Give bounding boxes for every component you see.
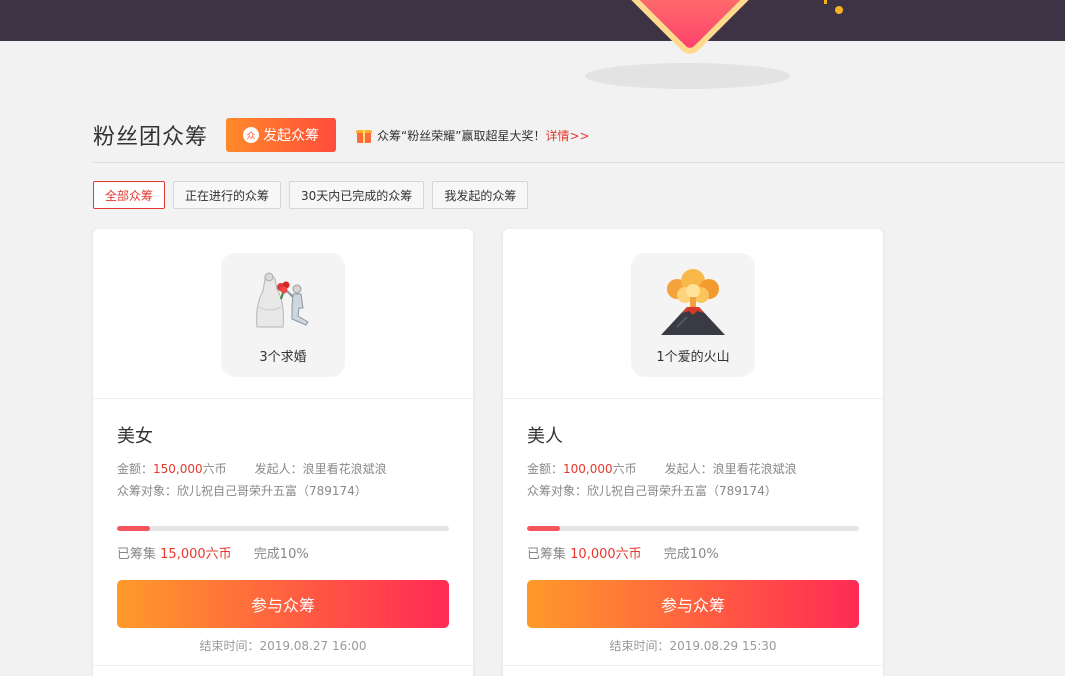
end-time: 结束时间：2019.08.29 15:30 bbox=[609, 639, 777, 653]
initiator-name[interactable]: 浪里看花浪斌浪 bbox=[303, 462, 387, 476]
end-time: 结束时间：2019.08.27 16:00 bbox=[199, 639, 367, 653]
amount-label: 金额： bbox=[527, 462, 564, 476]
initiator-label: 发起人： bbox=[664, 462, 713, 476]
gift-label: 3个求婚 bbox=[259, 350, 307, 365]
target-label: 众筹对象： bbox=[117, 484, 178, 498]
gift-preview: 1个爱的火山 bbox=[631, 253, 755, 377]
crowdfunding-card: 3个求婚 美女 金额：150,000六币 发起人：浪里看花浪斌浪 众筹对象：欣儿祝… bbox=[93, 229, 473, 676]
target-name: 欣儿祝自己哥荣升五富（789174） bbox=[177, 484, 367, 498]
promo-text: 众筹“粉丝荣耀”赢取超星大奖！ bbox=[377, 128, 546, 143]
raised-amount: 15,000六币 bbox=[160, 547, 232, 562]
amount-value: 100,000 bbox=[563, 462, 613, 476]
volcano-icon bbox=[661, 269, 725, 335]
gift-icon bbox=[356, 128, 373, 143]
raised-label: 已筹集 bbox=[117, 547, 157, 562]
filter-mine[interactable]: 我发起的众筹 bbox=[432, 181, 529, 209]
heart-badge-icon: 众 bbox=[243, 127, 260, 143]
proposal-icon bbox=[256, 272, 309, 328]
progress-fill bbox=[117, 526, 151, 531]
card-divider bbox=[93, 665, 473, 666]
divider bbox=[93, 162, 1065, 163]
promo-notice: 众筹“粉丝荣耀”赢取超星大奖！ 详情>> bbox=[356, 127, 590, 144]
filter-all[interactable]: 全部众筹 bbox=[93, 181, 166, 209]
progress-bar bbox=[527, 526, 859, 531]
amount-unit: 六币 bbox=[202, 462, 227, 476]
amount-label: 金额： bbox=[117, 462, 154, 476]
top-banner-bar bbox=[0, 0, 1065, 41]
join-crowdfunding-button[interactable]: 参与众筹 bbox=[527, 580, 859, 628]
launch-crowdfunding-button[interactable]: 众 发起众筹 bbox=[226, 118, 337, 152]
filter-ongoing[interactable]: 正在进行的众筹 bbox=[173, 181, 282, 209]
amount-unit: 六币 bbox=[612, 462, 637, 476]
completion-percent: 完成10% bbox=[253, 547, 309, 562]
filter-tabs: 全部众筹 正在进行的众筹 30天内已完成的众筹 我发起的众筹 bbox=[93, 181, 529, 209]
page-title: 粉丝团众筹 bbox=[93, 125, 209, 150]
crowdfunding-card: 1个爱的火山 美人 金额：100,000六币 发起人：浪里看花浪斌浪 众筹对象：欣… bbox=[503, 229, 883, 676]
join-crowdfunding-button[interactable]: 参与众筹 bbox=[117, 580, 449, 628]
gift-label: 1个爱的火山 bbox=[656, 350, 730, 365]
target-name: 欣儿祝自己哥荣升五富（789174） bbox=[587, 484, 777, 498]
banner-decoration-dot bbox=[835, 6, 843, 14]
amount-value: 150,000 bbox=[153, 462, 203, 476]
raised-label: 已筹集 bbox=[527, 547, 567, 562]
completion-percent: 完成10% bbox=[663, 547, 719, 562]
launch-button-label: 发起众筹 bbox=[263, 128, 320, 144]
gift-preview: 3个求婚 bbox=[221, 253, 345, 377]
initiator-name[interactable]: 浪里看花浪斌浪 bbox=[713, 462, 797, 476]
promo-detail-link[interactable]: 详情>> bbox=[545, 127, 589, 144]
card-title: 美女 bbox=[117, 426, 153, 447]
raised-amount: 10,000六币 bbox=[570, 547, 642, 562]
progress-bar bbox=[117, 526, 449, 531]
filter-completed-30days[interactable]: 30天内已完成的众筹 bbox=[289, 181, 425, 209]
target-label: 众筹对象： bbox=[527, 484, 588, 498]
initiator-label: 发起人： bbox=[254, 462, 303, 476]
card-divider bbox=[503, 665, 883, 666]
progress-fill bbox=[527, 526, 561, 531]
card-title: 美人 bbox=[527, 426, 563, 447]
banner-heart-icon bbox=[600, 0, 780, 80]
banner-decoration bbox=[824, 0, 827, 4]
